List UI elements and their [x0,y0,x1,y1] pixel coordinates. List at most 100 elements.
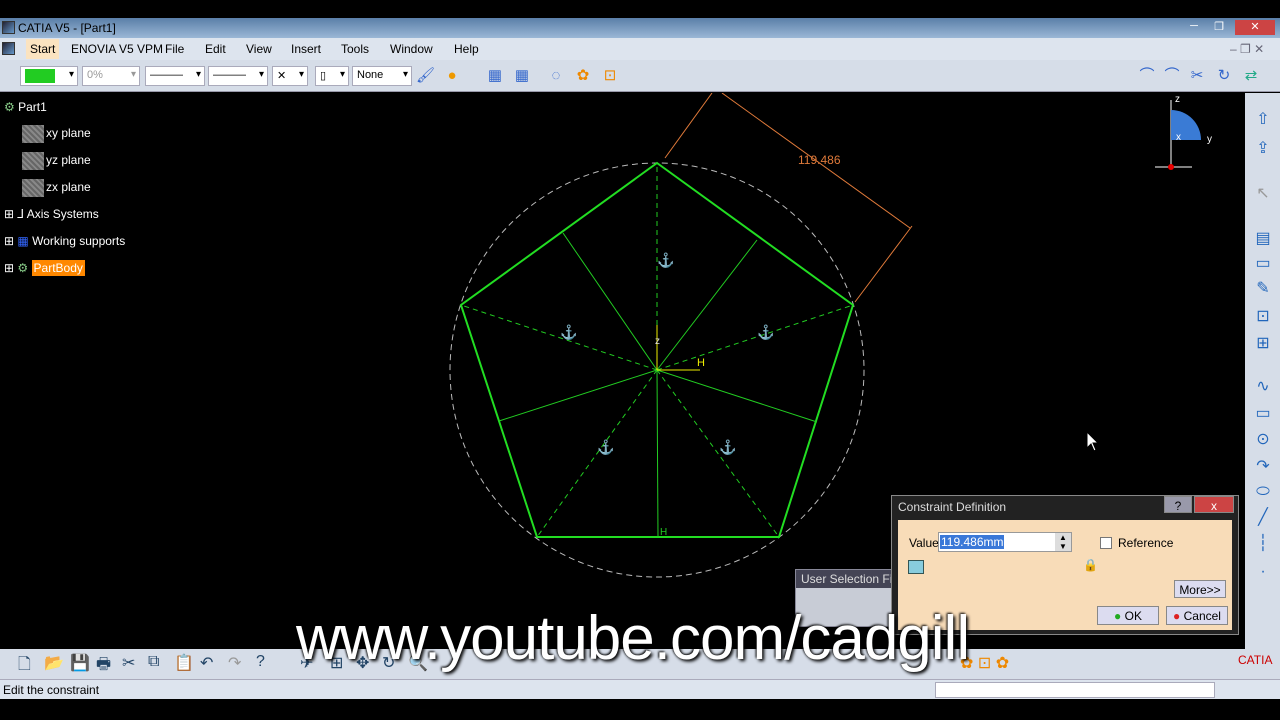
new-icon[interactable]: 🗋 [18,653,31,680]
properties-icon[interactable]: ● [443,67,461,85]
redo-icon[interactable]: ↷ [228,653,241,673]
spline-icon[interactable]: ∿ [1253,376,1273,396]
circle-icon[interactable]: ⊙ [1253,429,1273,449]
plane-icon [22,179,44,197]
maximize-button[interactable]: ❐ [1208,20,1230,35]
trim-icon[interactable]: ✂ [1188,67,1206,85]
corner-icon[interactable]: ⌒ [1138,67,1156,85]
tree-item-axis-systems[interactable]: ⊞ ⅃ Axis Systems [4,207,99,221]
part-icon: ⚙ [4,100,15,114]
cancel-icon: ● [1173,609,1181,623]
tree-item-working-supports[interactable]: ⊞ ▦ Working supports [4,234,125,248]
reference-label: Reference [1118,536,1174,550]
compass-y: y [1207,134,1212,145]
axis-icon: ⅃ [17,207,25,221]
dimensional-constraints-icon[interactable]: ⊡ [601,67,619,85]
sketch-tools-icon[interactable]: ▤ [1253,228,1273,248]
menu-edit[interactable]: Edit [205,42,226,56]
menu-enovia[interactable]: ENOVIA V5 VPM [71,42,163,56]
help-button[interactable]: ? [1164,496,1192,513]
constraint-icon[interactable]: ⊡ [1253,306,1273,326]
menu-window[interactable]: Window [390,42,433,56]
svg-text:⚓: ⚓ [597,439,614,456]
tree-item-xy-plane[interactable]: xy plane [22,125,91,143]
menu-insert[interactable]: Insert [291,42,321,56]
watermark: www.youtube.com/cadgill [296,604,970,673]
close-dialog-button[interactable]: x [1194,496,1234,513]
autoconstraint-icon[interactable]: ⊞ [1253,333,1273,353]
doc-window-controls[interactable]: – ❐ ✕ [1230,42,1264,56]
print-icon[interactable]: 🖶 [96,653,111,680]
mirror-icon[interactable]: ↻ [1215,67,1233,85]
menu-bar: Start ENOVIA V5 VPM File Edit View Inser… [0,38,1280,60]
h-axis-label: H [697,357,705,369]
whats-this-icon[interactable]: ? [256,653,265,671]
svg-text:⚓: ⚓ [719,439,736,456]
rectangle-icon[interactable]: ▭ [1253,403,1273,423]
tree-item-partbody[interactable]: ⊞ ⚙ PartBody [4,260,85,276]
point-type-select[interactable]: ✕ [272,66,308,86]
close-button[interactable]: ✕ [1235,20,1275,35]
grid-icon[interactable]: ▦ [486,67,504,85]
z-axis-label: z [655,336,660,347]
snap-to-point-icon[interactable]: ▦ [513,67,531,85]
line-thickness-select[interactable]: ――― [145,66,205,86]
svg-text:⚓: ⚓ [657,252,674,269]
menu-start[interactable]: Start [26,39,60,59]
edit-icon[interactable]: ✎ [1253,278,1273,298]
construction-element-icon[interactable]: ◌ [547,67,565,85]
grid-icon: ▦ [17,234,29,248]
status-bar: Edit the constraint [0,679,1280,699]
project-3d-icon[interactable]: ⇄ [1242,67,1260,85]
catia-app-icon [2,21,15,34]
graphic-properties-toolbar: 0% ――― ――― ✕ ▯ None 🖌 ● ▦ ▦ ◌ ✿ ⊡ ⌒ ⌒ ✂ … [0,60,1280,92]
profile-icon[interactable]: ▭ [1253,253,1273,273]
paste-icon[interactable]: 📋 [174,653,194,673]
cancel-button[interactable]: ● Cancel [1166,606,1228,625]
document-icon [2,42,15,55]
tree-root-part1[interactable]: ⚙ Part1 [4,100,47,114]
exit-workbench-icon[interactable]: ⇧ [1253,109,1273,129]
line-icon[interactable]: ╱ [1253,507,1273,527]
menu-help[interactable]: Help [454,42,479,56]
select-icon[interactable]: ↖ [1253,183,1273,203]
menu-view[interactable]: View [246,42,272,56]
copy-icon[interactable]: ⧉ [148,653,159,671]
arc-icon[interactable]: ↷ [1253,456,1273,476]
tree-item-zx-plane[interactable]: zx plane [22,179,91,197]
expand-icon: ⊞ [4,234,15,248]
axis-line-icon[interactable]: ┆ [1253,533,1273,553]
chamfer-icon[interactable]: ⌒ [1163,67,1181,85]
menu-tools[interactable]: Tools [341,42,369,56]
ellipse-icon[interactable]: ⬭ [1253,483,1273,503]
compass[interactable]: z x y [1155,94,1212,170]
layer-select[interactable]: None [352,66,412,86]
geometrical-constraints-icon[interactable]: ✿ [574,67,592,85]
undo-icon[interactable]: ↶ [200,653,213,673]
layer-filter-select[interactable]: ▯ [315,66,349,86]
tree-item-yz-plane[interactable]: yz plane [22,152,91,170]
transparency-select[interactable]: 0% [82,66,140,86]
fix-anchor-icons: ⚓ ⚓ ⚓ ⚓ ⚓ [560,252,774,456]
painter-icon[interactable]: 🖌 [416,67,435,85]
color-picker[interactable] [20,66,78,86]
point-icon[interactable]: · [1253,563,1273,583]
more-button[interactable]: More>> [1174,580,1226,598]
svg-text:⚓: ⚓ [560,324,577,341]
ok-button[interactable]: ● OK [1097,606,1159,625]
dimension-lines[interactable] [664,92,913,303]
compass-x: x [1176,132,1181,143]
command-input[interactable] [935,682,1215,698]
update-icon[interactable]: ⇪ [1253,138,1273,158]
svg-text:⚓: ⚓ [757,324,774,341]
value-input[interactable]: 119.486mm ▲ ▼ [938,532,1072,552]
save-icon[interactable]: 💾 [70,653,90,673]
minimize-button[interactable]: ─ [1183,20,1205,35]
dimension-value[interactable]: 119.486 [798,153,841,167]
line-type-select[interactable]: ――― [208,66,268,86]
open-icon[interactable]: 📂 [44,653,64,673]
reference-checkbox[interactable] [1100,537,1112,549]
cut-icon[interactable]: ✂ [122,653,135,673]
menu-file[interactable]: File [165,42,184,56]
value-spinner[interactable]: ▲ ▼ [1055,533,1071,551]
